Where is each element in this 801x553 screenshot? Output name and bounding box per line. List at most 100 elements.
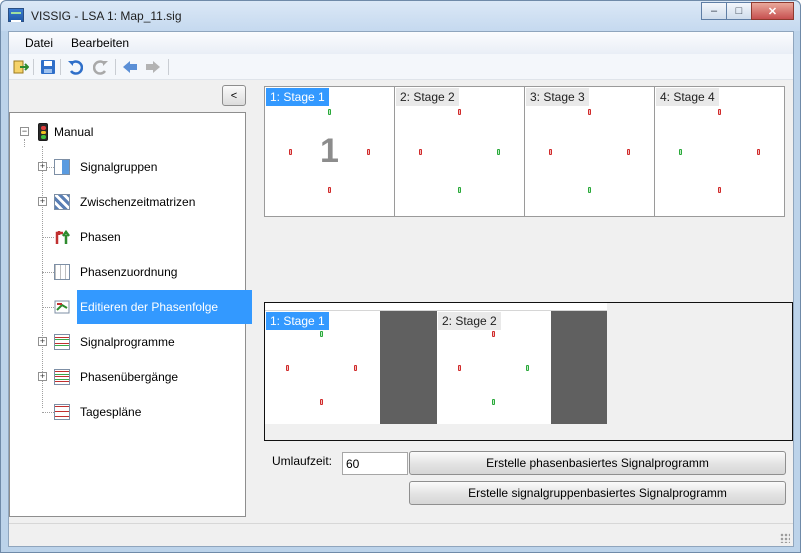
tree-item-zwischenzeitmatrizen[interactable]: + Zwischenzeitmatrizen bbox=[36, 191, 236, 213]
tree-item-label: Phasen bbox=[80, 230, 121, 244]
signal-red-icon bbox=[718, 187, 721, 193]
signal-red-icon bbox=[286, 365, 289, 371]
sequence-stage-1[interactable]: 1: Stage 1 bbox=[265, 311, 380, 424]
window-controls: – □ ✕ bbox=[701, 2, 794, 20]
signal-red-icon bbox=[320, 399, 323, 405]
signal-red-icon bbox=[549, 149, 552, 155]
tree-root-manual[interactable]: − Manual bbox=[18, 121, 218, 143]
toolbar-separator bbox=[60, 59, 61, 75]
umlaufzeit-label: Umlaufzeit: bbox=[272, 454, 333, 468]
stage-card-3[interactable]: 3: Stage 3 bbox=[524, 86, 655, 217]
signal-red-icon bbox=[289, 149, 292, 155]
signal-red-icon bbox=[588, 109, 591, 115]
signal-green-icon bbox=[320, 331, 323, 337]
stage-number: 1 bbox=[320, 132, 339, 170]
stage-label: 2: Stage 2 bbox=[396, 88, 459, 106]
signal-red-icon bbox=[492, 331, 495, 337]
save-icon[interactable] bbox=[40, 59, 56, 75]
phase-sequence-area[interactable]: 1: Stage 1 2: Stage 2 bbox=[264, 302, 793, 441]
exit-icon[interactable] bbox=[13, 59, 29, 75]
stage-label: 1: Stage 1 bbox=[266, 88, 329, 106]
tree-item-label: Phasenzuordnung bbox=[80, 265, 178, 279]
tree-item-editieren-phasenfolge[interactable]: Editieren der Phasenfolge bbox=[36, 290, 252, 324]
tree-item-phasenzuordnung[interactable]: Phasenzuordnung bbox=[36, 261, 236, 283]
collapse-panel-button[interactable]: < bbox=[222, 85, 246, 106]
signal-groups-icon bbox=[54, 159, 70, 175]
resize-grip-icon[interactable] bbox=[780, 533, 790, 543]
signal-green-icon bbox=[328, 109, 331, 115]
tree-item-tagesplaene[interactable]: Tagespläne bbox=[36, 401, 236, 423]
tree-item-phasenuebergaenge[interactable]: + Phasenübergänge bbox=[36, 366, 236, 388]
signal-red-icon bbox=[328, 187, 331, 193]
toolbar-separator bbox=[115, 59, 116, 75]
assignment-grid-icon bbox=[54, 264, 70, 280]
navigation-tree: − Manual + Signalgruppen + Zwischenzeitm… bbox=[9, 112, 252, 517]
signal-program-icon bbox=[54, 334, 70, 350]
signal-red-icon bbox=[718, 109, 721, 115]
toolbar-separator bbox=[33, 59, 34, 75]
signal-green-icon bbox=[492, 399, 495, 405]
signal-red-icon bbox=[627, 149, 630, 155]
redo-icon[interactable] bbox=[93, 59, 109, 75]
umlaufzeit-input[interactable] bbox=[342, 452, 408, 475]
stage-card-4[interactable]: 4: Stage 4 bbox=[654, 86, 785, 217]
signal-green-icon bbox=[526, 365, 529, 371]
menu-bearbeiten[interactable]: Bearbeiten bbox=[71, 36, 129, 50]
tree-item-label: Editieren der Phasenfolge bbox=[77, 290, 252, 324]
tree-root-label: Manual bbox=[54, 125, 94, 139]
signal-green-icon bbox=[458, 187, 461, 193]
close-button[interactable]: ✕ bbox=[751, 2, 794, 20]
stage-card-2[interactable]: 2: Stage 2 bbox=[394, 86, 525, 217]
minimize-button[interactable]: – bbox=[701, 2, 727, 20]
signal-green-icon bbox=[497, 149, 500, 155]
intergreen-block[interactable] bbox=[380, 311, 437, 424]
tree-item-phasen[interactable]: Phasen bbox=[36, 226, 236, 248]
expand-toggle-icon[interactable]: + bbox=[38, 197, 47, 206]
tree-item-label: Tagespläne bbox=[80, 405, 142, 419]
title-bar[interactable]: VISSIG - LSA 1: Map_11.sig – □ ✕ bbox=[1, 1, 800, 31]
toolbar-separator bbox=[168, 59, 169, 75]
stage-label: 4: Stage 4 bbox=[656, 88, 719, 106]
tree-item-signalprogramme[interactable]: + Signalprogramme bbox=[36, 331, 236, 353]
expand-toggle-icon[interactable]: + bbox=[38, 162, 47, 171]
undo-icon[interactable] bbox=[67, 59, 83, 75]
app-icon bbox=[8, 8, 24, 22]
phase-sequence-edit-icon bbox=[54, 299, 70, 315]
signal-green-icon bbox=[679, 149, 682, 155]
menu-bar: Datei Bearbeiten bbox=[9, 32, 793, 54]
expand-toggle-icon[interactable]: + bbox=[38, 372, 47, 381]
status-bar bbox=[9, 523, 793, 546]
traffic-light-icon bbox=[38, 123, 48, 141]
tree-item-label: Signalprogramme bbox=[80, 335, 175, 349]
collapse-toggle-icon[interactable]: − bbox=[20, 127, 29, 136]
app-window: VISSIG - LSA 1: Map_11.sig – □ ✕ Datei B… bbox=[0, 0, 801, 553]
expand-toggle-icon[interactable]: + bbox=[38, 337, 47, 346]
stage-card-1[interactable]: 1: Stage 1 1 bbox=[264, 86, 395, 217]
phase-transition-icon bbox=[54, 369, 70, 385]
tree-line bbox=[42, 237, 54, 238]
window-title: VISSIG - LSA 1: Map_11.sig bbox=[31, 9, 182, 23]
tree-item-label: Zwischenzeitmatrizen bbox=[80, 195, 196, 209]
signal-red-icon bbox=[458, 365, 461, 371]
daily-plan-icon bbox=[54, 404, 70, 420]
maximize-button[interactable]: □ bbox=[726, 2, 752, 20]
signal-red-icon bbox=[367, 149, 370, 155]
sequence-stage-2[interactable]: 2: Stage 2 bbox=[437, 311, 551, 424]
signal-red-icon bbox=[419, 149, 422, 155]
tree-line bbox=[42, 307, 54, 308]
intergreen-block[interactable] bbox=[551, 311, 607, 424]
create-phase-based-program-button[interactable]: Erstelle phasenbasiertes Signalprogramm bbox=[409, 451, 786, 475]
phases-icon bbox=[54, 229, 70, 245]
signal-red-icon bbox=[757, 149, 760, 155]
back-arrow-icon[interactable] bbox=[122, 59, 138, 75]
menu-datei[interactable]: Datei bbox=[25, 36, 53, 50]
tree-item-label: Phasenübergänge bbox=[80, 370, 179, 384]
signal-red-icon bbox=[354, 365, 357, 371]
stage-label: 3: Stage 3 bbox=[526, 88, 589, 106]
tree-line bbox=[42, 412, 54, 413]
client-area: Datei Bearbeiten < − Manual + Signalgrup… bbox=[8, 31, 794, 547]
tree-item-signalgruppen[interactable]: + Signalgruppen bbox=[36, 156, 236, 178]
forward-arrow-icon[interactable] bbox=[145, 59, 161, 75]
tree-item-label: Signalgruppen bbox=[80, 160, 158, 174]
create-group-based-program-button[interactable]: Erstelle signalgruppenbasiertes Signalpr… bbox=[409, 481, 786, 505]
